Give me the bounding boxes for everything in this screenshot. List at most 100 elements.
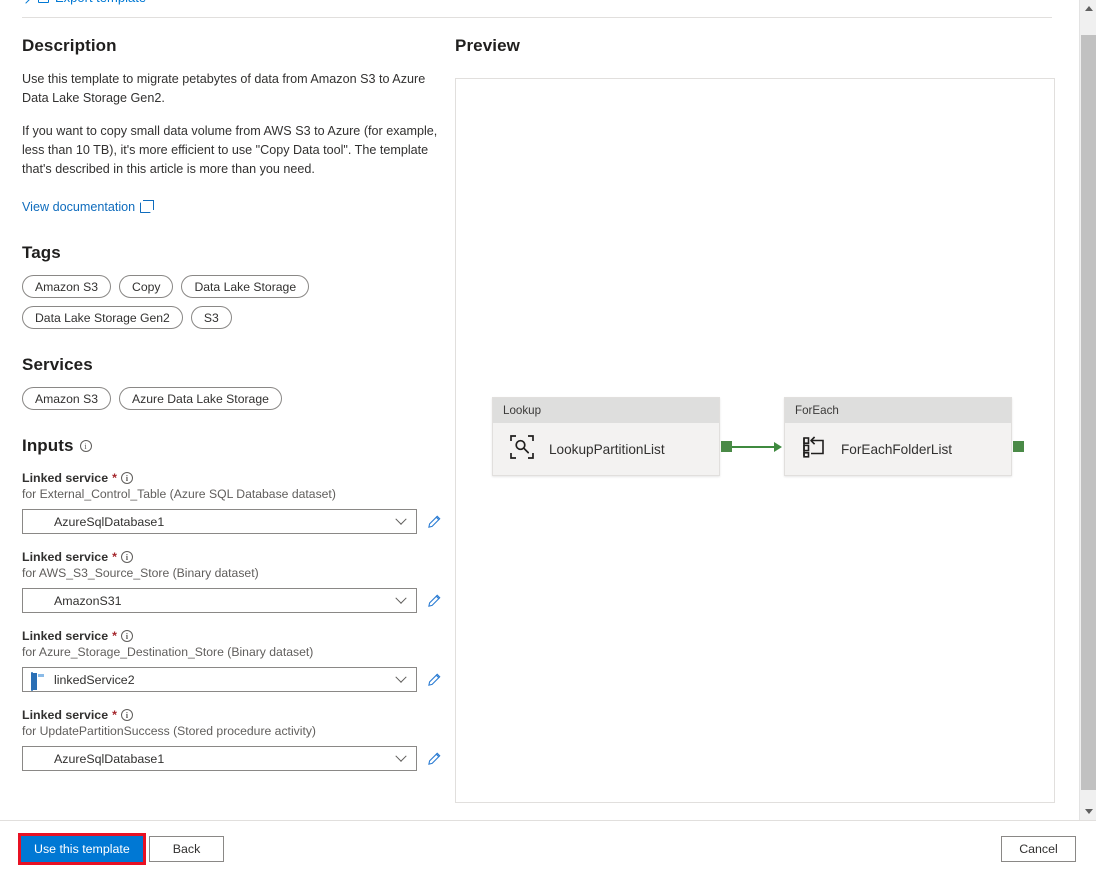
scroll-down-arrow-icon[interactable] xyxy=(1080,803,1096,820)
dropdown-value: AmazonS31 xyxy=(54,594,397,608)
field-sub-label: for AWS_S3_Source_Store (Binary dataset) xyxy=(22,566,442,580)
pencil-icon[interactable] xyxy=(426,751,442,767)
details-column: Description Use this template to migrate… xyxy=(22,18,442,771)
linked-service-dropdown[interactable]: linkedService2 xyxy=(22,667,417,692)
footer-action-bar: Use this template Back Cancel xyxy=(0,820,1096,872)
node-type-label: ForEach xyxy=(785,398,1011,423)
template-gallery-detail-page: Export template Description Use this tem… xyxy=(0,0,1096,872)
field-control-row: AzureSqlDatabase1 xyxy=(22,509,442,534)
field-control-row: AmazonS31 xyxy=(22,588,442,613)
service-pill[interactable]: Amazon S3 xyxy=(22,387,111,410)
pipeline-preview-canvas[interactable]: Lookup LookupPartitionList xyxy=(455,78,1055,803)
vertical-scrollbar[interactable] xyxy=(1079,0,1096,820)
tag-pill[interactable]: S3 xyxy=(191,306,232,329)
required-marker: * xyxy=(112,629,117,643)
tags-heading: Tags xyxy=(22,243,442,263)
view-documentation-label: View documentation xyxy=(22,200,135,214)
linked-service-field-group: Linked service * i for UpdatePartitionSu… xyxy=(22,708,442,771)
dropdown-value: AzureSqlDatabase1 xyxy=(54,752,397,766)
field-label-row: Linked service * i xyxy=(22,629,442,643)
scroll-thumb[interactable] xyxy=(1081,35,1096,790)
export-icon xyxy=(38,0,49,3)
field-label: Linked service xyxy=(22,550,108,564)
linked-service-dropdown[interactable]: AzureSqlDatabase1 xyxy=(22,746,417,771)
field-label: Linked service xyxy=(22,629,108,643)
required-marker: * xyxy=(112,708,117,722)
chevron-down-icon xyxy=(395,513,406,524)
info-icon[interactable]: i xyxy=(80,440,92,452)
export-template-link[interactable]: Export template xyxy=(22,0,146,5)
preview-heading: Preview xyxy=(455,36,1055,56)
tag-pill[interactable]: Amazon S3 xyxy=(22,275,111,298)
field-control-row: linkedService2 xyxy=(22,667,442,692)
pipeline-edge-arrow xyxy=(774,442,782,452)
tag-pill[interactable]: Copy xyxy=(119,275,173,298)
node-name-label: LookupPartitionList xyxy=(549,442,665,457)
preview-column: Preview xyxy=(455,18,1055,56)
inputs-heading: Inputs xyxy=(22,436,74,456)
linked-service-dropdown[interactable]: AmazonS31 xyxy=(22,588,417,613)
linked-service-field-group: Linked service * i for AWS_S3_Source_Sto… xyxy=(22,550,442,613)
description-paragraph-2: If you want to copy small data volume fr… xyxy=(22,122,442,179)
cancel-button[interactable]: Cancel xyxy=(1001,836,1076,862)
pipeline-node-lookup[interactable]: Lookup LookupPartitionList xyxy=(492,397,720,476)
node-body: LookupPartitionList xyxy=(493,423,719,475)
linked-service-field-group: Linked service * i for Azure_Storage_Des… xyxy=(22,629,442,692)
foreach-loop-icon xyxy=(801,434,827,465)
description-heading: Description xyxy=(22,36,442,56)
pencil-icon[interactable] xyxy=(426,593,442,609)
amazon-s3-icon xyxy=(31,594,45,608)
field-sub-label: for UpdatePartitionSuccess (Stored proce… xyxy=(22,724,442,738)
azure-blob-storage-icon xyxy=(31,673,45,687)
tag-pill[interactable]: Data Lake Storage Gen2 xyxy=(22,306,183,329)
pencil-icon[interactable] xyxy=(426,672,442,688)
field-label: Linked service xyxy=(22,471,108,485)
field-label-row: Linked service * i xyxy=(22,471,442,485)
services-list: Amazon S3 Azure Data Lake Storage xyxy=(22,387,442,410)
node-type-label: Lookup xyxy=(493,398,719,423)
service-pill[interactable]: Azure Data Lake Storage xyxy=(119,387,282,410)
azure-sql-database-icon xyxy=(31,752,45,766)
export-template-label: Export template xyxy=(55,0,146,5)
scroll-up-arrow-icon[interactable] xyxy=(1080,0,1096,17)
pencil-icon[interactable] xyxy=(426,514,442,530)
node-body: ForEachFolderList xyxy=(785,423,1011,475)
view-documentation-link[interactable]: View documentation xyxy=(22,200,151,214)
tag-pill[interactable]: Data Lake Storage xyxy=(181,275,309,298)
field-sub-label: for External_Control_Table (Azure SQL Da… xyxy=(22,487,442,501)
chevron-down-icon xyxy=(395,592,406,603)
linked-service-dropdown[interactable]: AzureSqlDatabase1 xyxy=(22,509,417,534)
node-name-label: ForEachFolderList xyxy=(841,442,952,457)
pipeline-node-foreach[interactable]: ForEach xyxy=(784,397,1012,476)
field-label-row: Linked service * i xyxy=(22,550,442,564)
top-clipped-strip: Export template xyxy=(0,0,1074,17)
services-heading: Services xyxy=(22,355,442,375)
chevron-right-icon xyxy=(20,0,31,3)
description-paragraph-1: Use this template to migrate petabytes o… xyxy=(22,70,442,108)
required-marker: * xyxy=(112,550,117,564)
info-icon[interactable]: i xyxy=(121,551,133,563)
dropdown-value: linkedService2 xyxy=(54,673,397,687)
field-control-row: AzureSqlDatabase1 xyxy=(22,746,442,771)
pipeline-edge xyxy=(732,446,775,448)
chevron-down-icon xyxy=(395,750,406,761)
field-label-row: Linked service * i xyxy=(22,708,442,722)
info-icon[interactable]: i xyxy=(121,630,133,642)
node-output-port[interactable] xyxy=(721,441,732,452)
linked-service-field-group: Linked service * i for External_Control_… xyxy=(22,471,442,534)
dropdown-value: AzureSqlDatabase1 xyxy=(54,515,397,529)
use-this-template-button[interactable]: Use this template xyxy=(21,836,143,862)
back-button[interactable]: Back xyxy=(149,836,224,862)
lookup-icon xyxy=(509,434,535,465)
tags-list: Amazon S3 Copy Data Lake Storage Data La… xyxy=(22,275,352,329)
required-marker: * xyxy=(112,471,117,485)
field-sub-label: for Azure_Storage_Destination_Store (Bin… xyxy=(22,645,442,659)
azure-sql-database-icon xyxy=(31,515,45,529)
field-label: Linked service xyxy=(22,708,108,722)
chevron-down-icon xyxy=(395,671,406,682)
node-output-port[interactable] xyxy=(1013,441,1024,452)
info-icon[interactable]: i xyxy=(121,472,133,484)
info-icon[interactable]: i xyxy=(121,709,133,721)
scroll-content: Description Use this template to migrate… xyxy=(0,18,1074,820)
external-link-icon xyxy=(140,202,151,213)
